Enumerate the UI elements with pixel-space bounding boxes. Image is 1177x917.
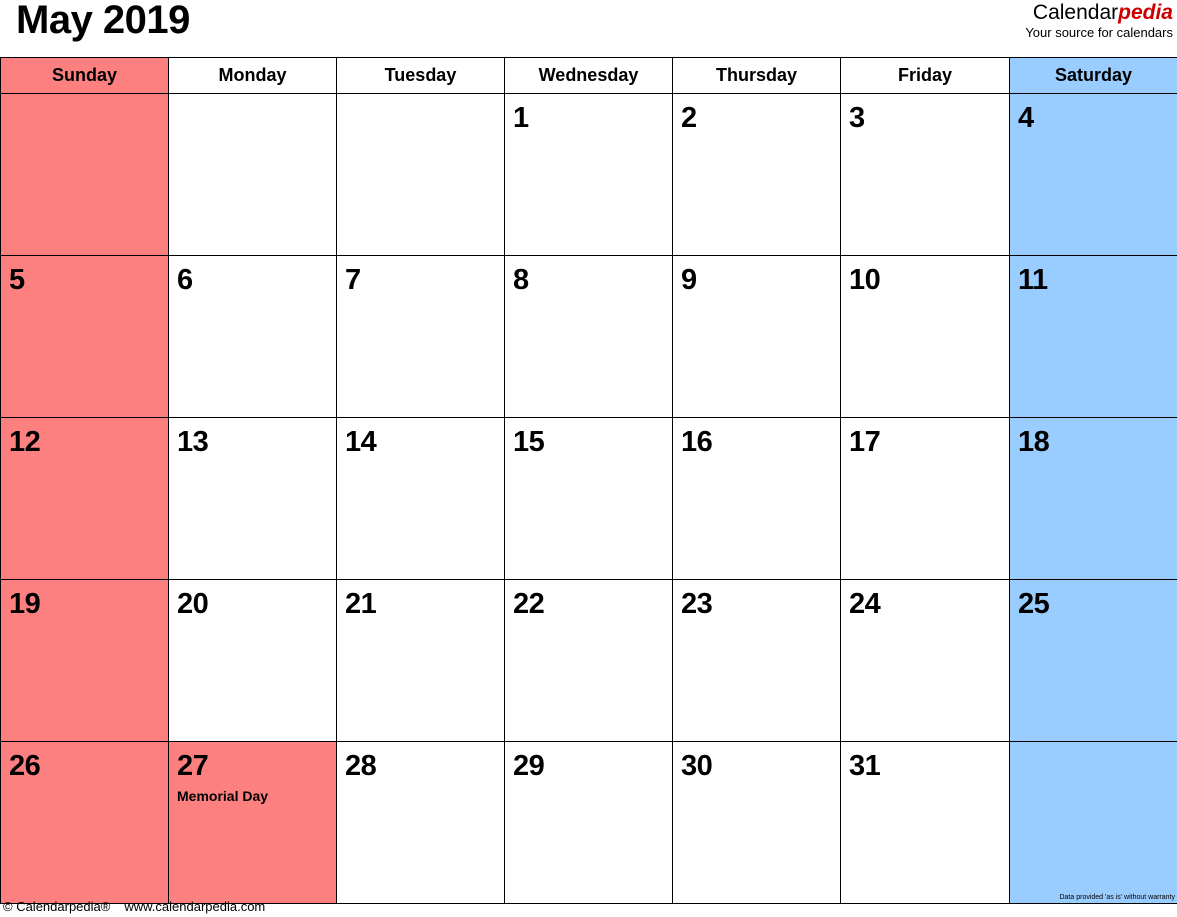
day-cell[interactable]: 30 — [672, 741, 841, 904]
day-number: 12 — [9, 426, 41, 458]
day-cell-holiday[interactable]: 27 Memorial Day — [168, 741, 337, 904]
day-cell[interactable]: 17 — [840, 417, 1010, 580]
website-url[interactable]: www.calendarpedia.com — [110, 899, 265, 914]
day-number — [169, 94, 336, 104]
weekday-header-tuesday: Tuesday — [336, 57, 505, 94]
page-title: May 2019 — [16, 0, 190, 42]
day-cell[interactable]: 18 — [1009, 417, 1177, 580]
day-number: 20 — [177, 588, 209, 620]
day-cell[interactable]: 31 — [840, 741, 1010, 904]
day-cell[interactable]: 20 — [168, 579, 337, 742]
day-number — [337, 94, 504, 104]
day-number: 3 — [849, 102, 865, 134]
day-number: 6 — [177, 264, 193, 296]
weekday-header-saturday: Saturday — [1009, 57, 1177, 94]
day-cell[interactable]: 23 — [672, 579, 841, 742]
day-cell[interactable]: 13 — [168, 417, 337, 580]
page-footer: © Calendarpedia® www.calendarpedia.com — [0, 897, 1177, 917]
day-number: 5 — [9, 264, 25, 296]
day-cell[interactable]: 8 — [504, 255, 673, 418]
day-number: 27 — [177, 750, 209, 782]
day-number: 14 — [345, 426, 377, 458]
day-cell[interactable]: 6 — [168, 255, 337, 418]
day-cell[interactable]: 7 — [336, 255, 505, 418]
day-number: 29 — [513, 750, 545, 782]
day-number: 25 — [1018, 588, 1050, 620]
day-number — [1, 94, 168, 104]
day-number: 28 — [345, 750, 377, 782]
day-cell[interactable]: 24 — [840, 579, 1010, 742]
day-number: 16 — [681, 426, 713, 458]
brand-name-part1: Calendar — [1032, 1, 1119, 24]
day-number: 17 — [849, 426, 881, 458]
day-cell[interactable]: 12 — [0, 417, 169, 580]
day-number: 10 — [849, 264, 881, 296]
day-cell[interactable]: 5 — [0, 255, 169, 418]
day-cell[interactable] — [336, 93, 505, 256]
day-cell[interactable]: 9 — [672, 255, 841, 418]
day-number: 4 — [1018, 102, 1034, 134]
day-number: 18 — [1018, 426, 1050, 458]
day-number: 7 — [345, 264, 361, 296]
week-row: 19 20 21 22 23 24 25 — [0, 579, 1177, 742]
day-number: 11 — [1018, 264, 1048, 296]
month-grid: Sunday Monday Tuesday Wednesday Thursday… — [0, 57, 1177, 904]
calendar-page: May 2019 Calendarpedia Your source for c… — [0, 0, 1177, 917]
day-number: 21 — [345, 588, 377, 620]
week-row: 26 27 Memorial Day 28 29 30 31 Data prov… — [0, 741, 1177, 904]
day-cell[interactable]: 26 — [0, 741, 169, 904]
day-number: 13 — [177, 426, 209, 458]
day-cell[interactable]: 29 — [504, 741, 673, 904]
weekday-header-thursday: Thursday — [672, 57, 841, 94]
day-cell[interactable]: 14 — [336, 417, 505, 580]
brand-tagline: Your source for calendars — [1025, 25, 1173, 40]
day-number: 9 — [681, 264, 697, 296]
day-cell[interactable]: 3 — [840, 93, 1010, 256]
day-cell[interactable]: 1 — [504, 93, 673, 256]
day-number: 30 — [681, 750, 713, 782]
week-row: 12 13 14 15 16 17 18 — [0, 417, 1177, 580]
weekday-header-friday: Friday — [840, 57, 1010, 94]
day-number — [1010, 742, 1177, 752]
day-number: 24 — [849, 588, 881, 620]
copyright-text: © Calendarpedia® — [3, 899, 111, 914]
brand-name-part2: pedia — [1118, 1, 1173, 24]
brand-name: Calendarpedia — [1025, 1, 1173, 24]
day-number: 2 — [681, 102, 697, 134]
day-number: 26 — [9, 750, 41, 782]
page-header: May 2019 Calendarpedia Your source for c… — [0, 0, 1177, 57]
day-number: 8 — [513, 264, 529, 296]
day-number: 15 — [513, 426, 545, 458]
day-cell[interactable]: 25 — [1009, 579, 1177, 742]
weekday-header-row: Sunday Monday Tuesday Wednesday Thursday… — [0, 57, 1177, 94]
weekday-header-wednesday: Wednesday — [504, 57, 673, 94]
day-cell[interactable]: 15 — [504, 417, 673, 580]
weekday-header-monday: Monday — [168, 57, 337, 94]
day-cell[interactable]: 11 — [1009, 255, 1177, 418]
day-cell[interactable]: Data provided 'as is' without warranty — [1009, 741, 1177, 904]
weekday-header-sunday: Sunday — [0, 57, 169, 94]
day-cell[interactable]: 22 — [504, 579, 673, 742]
day-cell[interactable]: 4 — [1009, 93, 1177, 256]
day-number: 22 — [513, 588, 545, 620]
day-cell[interactable]: 10 — [840, 255, 1010, 418]
day-number: 31 — [849, 750, 881, 782]
day-number: 23 — [681, 588, 713, 620]
day-cell[interactable] — [0, 93, 169, 256]
day-cell[interactable]: 19 — [0, 579, 169, 742]
day-cell[interactable]: 21 — [336, 579, 505, 742]
week-row: 1 2 3 4 — [0, 93, 1177, 256]
day-cell[interactable]: 2 — [672, 93, 841, 256]
calendarpedia-logo: Calendarpedia Your source for calendars — [1025, 1, 1173, 41]
holiday-label: Memorial Day — [177, 788, 269, 804]
day-number: 19 — [9, 588, 41, 620]
day-number: 1 — [513, 102, 529, 134]
week-row: 5 6 7 8 9 10 11 — [0, 255, 1177, 418]
day-cell[interactable] — [168, 93, 337, 256]
day-cell[interactable]: 16 — [672, 417, 841, 580]
day-cell[interactable]: 28 — [336, 741, 505, 904]
